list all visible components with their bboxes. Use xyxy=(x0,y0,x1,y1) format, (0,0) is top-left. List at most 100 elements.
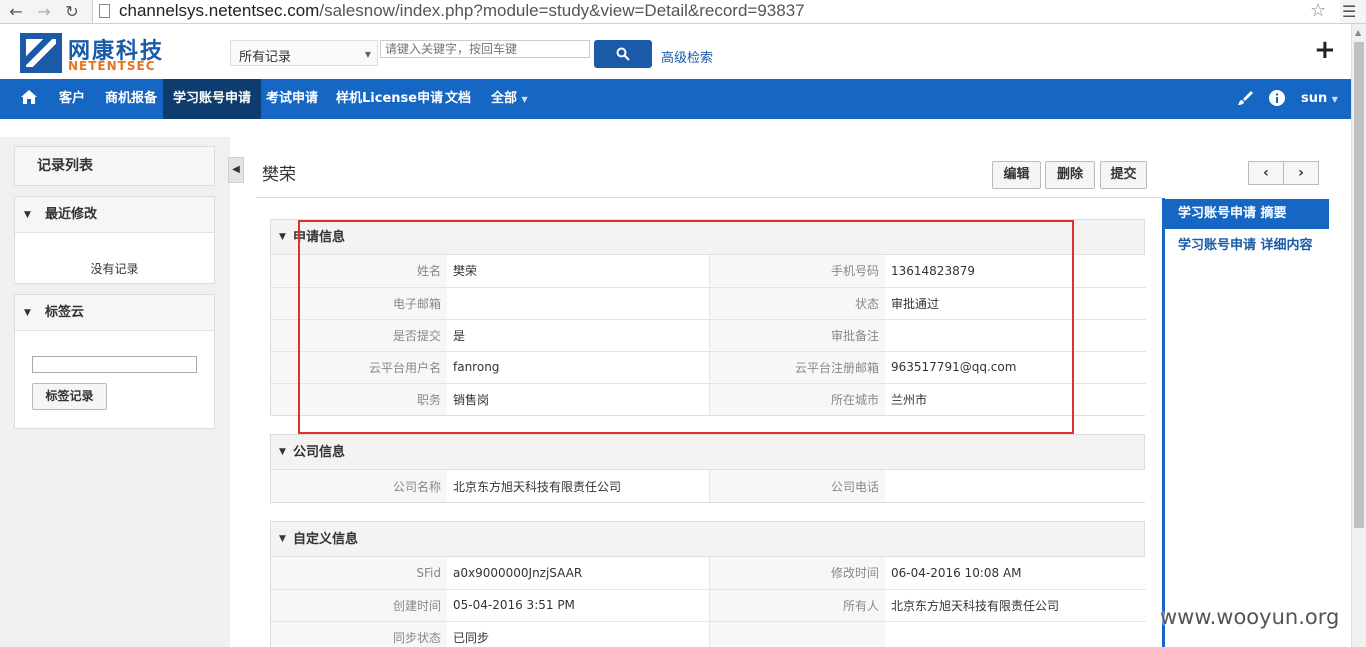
paintbrush-icon[interactable] xyxy=(1237,90,1253,106)
field-label: 所有人 xyxy=(709,588,885,621)
back-icon[interactable]: ← xyxy=(6,2,26,22)
nav-item-opportunity[interactable]: 商机报备 xyxy=(101,79,161,119)
field-label: 手机号码 xyxy=(709,255,885,287)
field-value[interactable] xyxy=(447,286,710,319)
field-value[interactable]: 是 xyxy=(447,318,710,351)
record-list-title[interactable]: 记录列表 xyxy=(15,147,214,185)
next-record-button[interactable]: › xyxy=(1283,161,1319,185)
user-menu[interactable]: sun ▼ xyxy=(1301,79,1338,119)
table-row: 同步状态 已同步 xyxy=(271,620,1146,647)
field-value[interactable]: 兰州市 xyxy=(885,382,1146,415)
field-label: 是否提交 xyxy=(271,318,447,351)
scroll-thumb[interactable] xyxy=(1354,42,1364,528)
field-label: 所在城市 xyxy=(709,382,885,415)
recent-changes-header[interactable]: ▼ 最近修改 xyxy=(15,197,214,233)
table-row: 云平台用户名 fanrong 云平台注册邮箱 963517791@qq.com xyxy=(271,350,1146,383)
field-label: 同步状态 xyxy=(271,620,447,647)
search-button[interactable] xyxy=(594,40,652,68)
recent-changes-box: ▼ 最近修改 没有记录 xyxy=(14,196,215,284)
tag-input[interactable] xyxy=(32,356,197,373)
field-label: 创建时间 xyxy=(271,588,447,621)
field-value[interactable]: 审批通过 xyxy=(885,286,1146,319)
main-navbar: 客户 商机报备 学习账号申请 考试申请 样机License申请 文档 全部 ▼ … xyxy=(0,79,1351,119)
home-icon[interactable] xyxy=(20,88,38,106)
field-label: 姓名 xyxy=(271,255,447,287)
search-input[interactable] xyxy=(380,40,590,58)
tag-cloud-title: 标签云 xyxy=(45,305,85,320)
url-text[interactable]: channelsys.netentsec.com/salesnow/index.… xyxy=(119,1,805,21)
page-scrollbar[interactable]: ▲ xyxy=(1351,24,1366,647)
caret-down-icon: ▼ xyxy=(364,50,371,59)
field-value[interactable]: 北京东方旭天科技有限责任公司 xyxy=(885,588,1146,621)
field-value[interactable] xyxy=(885,318,1146,351)
app-header: 网康科技 NETENTSEC 所有记录 ▼ 高级检索 + xyxy=(0,24,1351,79)
table-row: 公司名称 北京东方旭天科技有限责任公司 公司电话 xyxy=(271,470,1146,502)
field-value[interactable]: 06-04-2016 10:08 AM xyxy=(885,557,1146,589)
field-value[interactable]: 樊荣 xyxy=(447,255,710,287)
add-plus-icon[interactable]: + xyxy=(1314,36,1336,64)
logo-text-en: NETENTSEC xyxy=(68,59,156,73)
field-value[interactable] xyxy=(885,470,1146,502)
address-bar[interactable]: channelsys.netentsec.com/salesnow/index.… xyxy=(92,0,1340,23)
custom-info-title: 自定义信息 xyxy=(293,532,359,547)
company-info-table: 公司名称 北京东方旭天科技有限责任公司 公司电话 xyxy=(271,470,1146,502)
field-label: 电子邮箱 xyxy=(271,286,447,319)
apply-info-block: ▼ 申请信息 姓名 樊荣 手机号码 13614823879 电子邮箱 状态 审批通… xyxy=(270,219,1146,416)
reload-icon[interactable]: ↻ xyxy=(62,2,82,22)
netentsec-logo[interactable]: 网康科技 NETENTSEC xyxy=(20,33,175,73)
advanced-search-link[interactable]: 高级检索 xyxy=(661,47,713,66)
field-label: 修改时间 xyxy=(709,557,885,589)
search-icon xyxy=(616,47,630,61)
recent-empty-text: 没有记录 xyxy=(90,262,139,276)
edit-button[interactable]: 编辑 xyxy=(992,161,1041,189)
field-label: 状态 xyxy=(709,286,885,319)
collapse-sidebar-toggle[interactable]: ◀ xyxy=(228,157,244,183)
field-value[interactable]: 北京东方旭天科技有限责任公司 xyxy=(447,470,710,502)
record-list-box[interactable]: 记录列表 xyxy=(14,146,215,186)
nav-item-docs[interactable]: 文档 xyxy=(441,79,475,119)
nav-item-customers[interactable]: 客户 xyxy=(55,79,89,119)
record-title: 樊荣 xyxy=(262,165,296,185)
summary-tab[interactable]: 学习账号申请 摘要 xyxy=(1165,199,1329,229)
scroll-up-icon[interactable]: ▲ xyxy=(1355,28,1361,37)
field-value[interactable]: fanrong xyxy=(447,350,710,383)
page-icon xyxy=(99,4,110,18)
tag-record-button[interactable]: 标签记录 xyxy=(32,383,107,410)
record-filter-select[interactable]: 所有记录 ▼ xyxy=(230,40,378,66)
nav-item-exam[interactable]: 考试申请 xyxy=(262,79,322,119)
recent-changes-title: 最近修改 xyxy=(45,207,98,222)
email-link[interactable]: 963517791@qq.com xyxy=(885,350,1146,383)
field-value[interactable]: 13614823879 xyxy=(885,255,1146,287)
field-value[interactable]: 05-04-2016 3:51 PM xyxy=(447,588,710,621)
company-info-title: 公司信息 xyxy=(293,445,346,460)
apply-info-header[interactable]: ▼ 申请信息 xyxy=(271,220,1144,255)
nav-all-label: 全部 xyxy=(491,91,518,106)
field-value[interactable] xyxy=(885,620,1146,647)
browser-toolbar: ← → ↻ channelsys.netentsec.com/salesnow/… xyxy=(0,0,1366,24)
detail-tab[interactable]: 学习账号申请 详细内容 xyxy=(1165,231,1329,261)
custom-info-table: SFid a0x9000000JnzjSAAR 修改时间 06-04-2016 … xyxy=(271,557,1146,647)
tag-cloud-header[interactable]: ▼ 标签云 xyxy=(15,295,214,331)
delete-button[interactable]: 删除 xyxy=(1045,161,1095,189)
nav-item-all[interactable]: 全部 ▼ xyxy=(487,79,532,119)
forward-icon[interactable]: → xyxy=(34,2,54,22)
browser-menu-icon[interactable]: ☰ xyxy=(1342,2,1356,21)
table-row: 姓名 樊荣 手机号码 13614823879 xyxy=(271,255,1146,287)
field-value[interactable]: 已同步 xyxy=(447,620,710,647)
info-icon[interactable] xyxy=(1269,90,1285,106)
prev-record-button[interactable]: ‹ xyxy=(1248,161,1284,185)
table-row: SFid a0x9000000JnzjSAAR 修改时间 06-04-2016 … xyxy=(271,557,1146,589)
field-label: SFid xyxy=(271,557,447,589)
table-row: 是否提交 是 审批备注 xyxy=(271,318,1146,351)
custom-info-header[interactable]: ▼ 自定义信息 xyxy=(271,522,1144,557)
nav-item-license[interactable]: 样机License申请 xyxy=(332,79,447,119)
triangle-down-icon: ▼ xyxy=(279,447,286,457)
triangle-down-icon: ▼ xyxy=(279,534,286,544)
field-value[interactable]: 销售岗 xyxy=(447,382,710,415)
company-info-header[interactable]: ▼ 公司信息 xyxy=(271,435,1144,470)
bookmark-star-icon[interactable]: ☆ xyxy=(1310,0,1326,21)
nav-item-study-account[interactable]: 学习账号申请 xyxy=(163,79,262,119)
submit-button[interactable]: 提交 xyxy=(1100,161,1147,189)
apply-info-table: 姓名 樊荣 手机号码 13614823879 电子邮箱 状态 审批通过 是否提交… xyxy=(271,255,1146,415)
field-value[interactable]: a0x9000000JnzjSAAR xyxy=(447,557,710,589)
